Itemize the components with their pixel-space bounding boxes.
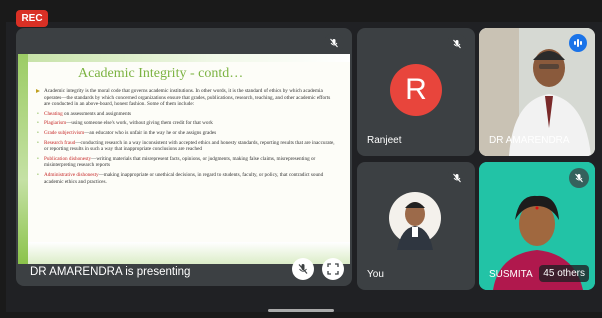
recording-badge: REC [16, 10, 48, 27]
presentation-tile[interactable]: Academic Integrity - contd… Academic int… [16, 28, 352, 286]
slide-item-term: Grade subjectivism [44, 129, 85, 136]
slide-item-term: Plagiarism [44, 120, 67, 127]
slide-item-text: —conducting research in a way inconsiste… [44, 139, 335, 153]
slide-item-term: Cheating [44, 110, 63, 117]
mic-off-icon [324, 33, 344, 53]
speaking-indicator-icon [569, 34, 587, 52]
participant-name: DR AMARENDRA [489, 135, 570, 146]
mic-off-icon [447, 34, 467, 54]
participant-tile-you[interactable]: You [357, 162, 475, 290]
mic-off-icon [569, 168, 589, 188]
slide-item: Grade subjectivism—an educator who is un… [37, 129, 336, 137]
slide-item-text: —using someone else's work, without givi… [66, 120, 213, 127]
participant-tile-susmita[interactable]: SUSMITA 45 others [479, 162, 595, 290]
slide-item-text: —an educator who is unfair in the way he… [84, 129, 217, 136]
slide-item: Research fraud—conducting research in a … [37, 139, 336, 153]
slide-item-term: Administrative dishonesty [44, 171, 99, 178]
slide-decoration-top [18, 54, 350, 62]
slide-item: Cheating on assessments and assignments [37, 110, 336, 118]
slide: Academic Integrity - contd… Academic int… [18, 54, 350, 264]
participant-tile-ranjeet[interactable]: R Ranjeet [357, 28, 475, 156]
slide-item-term: Research fraud [44, 139, 76, 146]
others-count-badge[interactable]: 45 others [539, 265, 589, 282]
slide-item: Plagiarism—using someone else's work, wi… [37, 120, 336, 127]
slide-title: Academic Integrity - contd… [78, 66, 244, 81]
mute-presenter-button[interactable] [292, 258, 314, 280]
presenter-label: DR AMARENDRA is presenting [30, 266, 191, 278]
slide-body: Academic integrity is the moral code tha… [36, 88, 336, 188]
participant-name: Ranjeet [367, 135, 402, 146]
slide-list: Cheating on assessments and assignments … [36, 111, 336, 185]
fullscreen-button[interactable] [322, 258, 344, 280]
avatar: R [390, 64, 442, 116]
slide-decoration-left [18, 54, 28, 264]
slide-item-text: on assessments and assignments [62, 110, 132, 117]
slide-item: Publication dishonesty—writing materials… [37, 155, 336, 169]
participant-name: SUSMITA [489, 269, 533, 280]
mic-off-icon [447, 168, 467, 188]
slide-item-term: Publication dishonesty [44, 155, 92, 162]
home-indicator[interactable] [268, 309, 334, 312]
participant-tile-dr-amarendra[interactable]: DR AMARENDRA [479, 28, 595, 156]
mic-off-icon [298, 264, 308, 274]
slide-intro: Academic integrity is the moral code tha… [36, 88, 336, 108]
participant-video [389, 192, 441, 250]
slide-item: Administrative dishonesty—making inappro… [37, 171, 336, 185]
fullscreen-icon [327, 263, 339, 275]
participant-name: You [367, 269, 384, 280]
